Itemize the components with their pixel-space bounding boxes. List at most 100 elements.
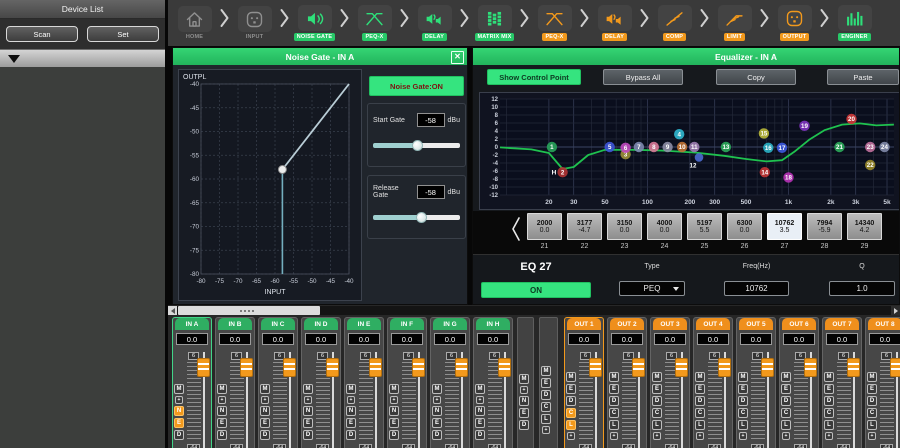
- channel-label[interactable]: IN G: [433, 318, 467, 330]
- channel-button-e[interactable]: E: [695, 384, 705, 394]
- channel-label[interactable]: IN H: [476, 318, 510, 330]
- channel-label[interactable]: OUT 8: [868, 318, 900, 330]
- scrollbar-thumb[interactable]: [178, 306, 320, 315]
- toolbar-item-limit[interactable]: LIMIT: [711, 5, 758, 41]
- channel-button-d[interactable]: D: [519, 420, 529, 430]
- channel-button-plus[interactable]: +: [261, 396, 269, 404]
- channel-button-e[interactable]: E: [260, 418, 270, 428]
- channel-button-plus[interactable]: +: [175, 396, 183, 404]
- channel-button-plus[interactable]: +: [433, 396, 441, 404]
- channel-gain-value[interactable]: 0.0: [826, 333, 858, 345]
- toolbar-item-matrix-mix[interactable]: MATRIX MIX: [471, 5, 518, 41]
- channel-button-plus[interactable]: +: [218, 396, 226, 404]
- channel-button-plus[interactable]: +: [520, 386, 528, 394]
- channel-gain-value[interactable]: 0.0: [348, 333, 380, 345]
- channel-button-n[interactable]: N: [346, 406, 356, 416]
- channel-button-d[interactable]: D: [541, 390, 551, 400]
- scan-button[interactable]: Scan: [6, 26, 78, 42]
- channel-button-m[interactable]: M: [174, 384, 184, 394]
- channel-button-e[interactable]: E: [174, 418, 184, 428]
- channel-button-n[interactable]: N: [303, 406, 313, 416]
- channel-button-m[interactable]: M: [217, 384, 227, 394]
- channel-button-d[interactable]: D: [389, 430, 399, 440]
- fader-handle[interactable]: [283, 358, 296, 377]
- start-gate-slider[interactable]: [373, 143, 460, 148]
- channel-button-l[interactable]: L: [738, 420, 748, 430]
- channel-label[interactable]: IN A: [175, 318, 209, 330]
- channel-button-m[interactable]: M: [475, 384, 485, 394]
- channel-button-n[interactable]: N: [260, 406, 270, 416]
- fader-handle[interactable]: [498, 358, 511, 377]
- channel-button-m[interactable]: M: [303, 384, 313, 394]
- fader-handle[interactable]: [632, 358, 645, 377]
- fader-handle[interactable]: [804, 358, 817, 377]
- eq-graph[interactable]: 121086420-2-4-6-8-10-1220305010020030050…: [479, 92, 900, 210]
- channel-button-n[interactable]: N: [217, 406, 227, 416]
- channel-gain-value[interactable]: 0.0: [219, 333, 251, 345]
- paste-button[interactable]: Paste: [827, 69, 899, 85]
- channel-button-plus[interactable]: +: [739, 432, 747, 440]
- channel-button-n[interactable]: N: [174, 406, 184, 416]
- channel-label[interactable]: OUT 5: [739, 318, 773, 330]
- gate-threshold-point[interactable]: [278, 166, 286, 174]
- show-control-point-button[interactable]: Show Control Point: [487, 69, 581, 85]
- freq-field[interactable]: 10762: [724, 281, 789, 296]
- channel-button-plus[interactable]: +: [610, 432, 618, 440]
- release-gate-slider[interactable]: [373, 215, 460, 220]
- channel-button-c[interactable]: C: [824, 408, 834, 418]
- channel-button-m[interactable]: M: [609, 372, 619, 382]
- channel-gain-value[interactable]: 0.0: [176, 333, 208, 345]
- channel-button-e[interactable]: E: [389, 418, 399, 428]
- channel-button-l[interactable]: L: [824, 420, 834, 430]
- channel-button-l[interactable]: L: [541, 414, 551, 424]
- channel-gain-value[interactable]: 0.0: [697, 333, 729, 345]
- eq-band-cell-26[interactable]: 63000.0: [727, 213, 762, 240]
- toolbar-item-home[interactable]: HOME: [171, 6, 218, 40]
- band-scroll-left-icon[interactable]: [511, 216, 521, 247]
- eq-band-cell-27[interactable]: 107623.5: [767, 213, 802, 240]
- fader-handle[interactable]: [847, 358, 860, 377]
- bypass-all-button[interactable]: Bypass All: [603, 69, 683, 85]
- channel-button-d[interactable]: D: [652, 396, 662, 406]
- channel-button-d[interactable]: D: [303, 430, 313, 440]
- channel-button-e[interactable]: E: [867, 384, 877, 394]
- channel-button-n[interactable]: N: [519, 396, 529, 406]
- type-dropdown[interactable]: PEQ: [619, 281, 685, 296]
- channel-label[interactable]: IN C: [261, 318, 295, 330]
- channel-button-l[interactable]: L: [867, 420, 877, 430]
- channel-button-c[interactable]: C: [609, 408, 619, 418]
- eq-band-cell-23[interactable]: 31500.0: [607, 213, 642, 240]
- channel-button-m[interactable]: M: [781, 372, 791, 382]
- channel-button-e[interactable]: E: [303, 418, 313, 428]
- channel-button-plus[interactable]: +: [782, 432, 790, 440]
- channel-button-e[interactable]: E: [609, 384, 619, 394]
- channel-button-e[interactable]: E: [566, 384, 576, 394]
- toolbar-item-noise-gate[interactable]: NOISE GATE: [291, 5, 338, 41]
- channel-button-plus[interactable]: +: [476, 396, 484, 404]
- fader-handle[interactable]: [761, 358, 774, 377]
- channel-label[interactable]: OUT 1: [567, 318, 601, 330]
- eq-band-cell-29[interactable]: 143404.2: [847, 213, 882, 240]
- channel-label[interactable]: IN D: [304, 318, 338, 330]
- channel-button-n[interactable]: N: [432, 406, 442, 416]
- channel-button-l[interactable]: L: [781, 420, 791, 430]
- channel-button-m[interactable]: M: [738, 372, 748, 382]
- mixer-scrollbar[interactable]: [168, 306, 900, 315]
- channel-button-d[interactable]: D: [566, 396, 576, 406]
- scroll-right-arrow-icon[interactable]: [891, 306, 900, 315]
- channel-button-c[interactable]: C: [867, 408, 877, 418]
- channel-button-d[interactable]: D: [609, 396, 619, 406]
- toolbar-item-comp[interactable]: COMP: [651, 5, 698, 41]
- release-gate-slider-thumb[interactable]: [416, 212, 427, 223]
- channel-label[interactable]: IN E: [347, 318, 381, 330]
- toolbar-item-peq-x[interactable]: PEQ-X: [351, 5, 398, 41]
- channel-button-m[interactable]: M: [824, 372, 834, 382]
- channel-button-c[interactable]: C: [541, 402, 551, 412]
- channel-button-plus[interactable]: +: [542, 426, 550, 434]
- channel-button-m[interactable]: M: [389, 384, 399, 394]
- channel-button-m[interactable]: M: [566, 372, 576, 382]
- fader-handle[interactable]: [326, 358, 339, 377]
- channel-button-c[interactable]: C: [738, 408, 748, 418]
- eq-on-button[interactable]: ON: [481, 282, 591, 298]
- channel-button-m[interactable]: M: [652, 372, 662, 382]
